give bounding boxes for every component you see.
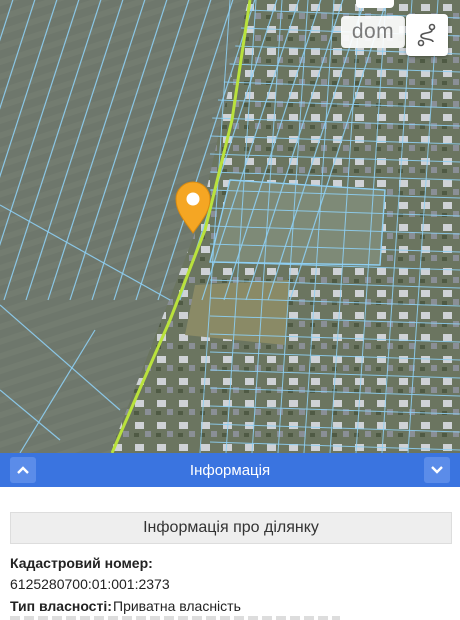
collapse-button[interactable]: [10, 457, 36, 483]
expand-button[interactable]: [424, 457, 450, 483]
chevron-up-icon: [17, 466, 29, 474]
route-button[interactable]: [406, 14, 448, 56]
next-row-hint: [10, 616, 340, 620]
info-bar: Інформація: [0, 453, 460, 487]
parcel-info-header: Інформація про ділянку: [10, 512, 452, 544]
info-bar-title: Інформація: [189, 461, 271, 479]
ownership-type-value: Приватна власність: [113, 598, 241, 614]
map-top-control[interactable]: [356, 0, 394, 8]
ownership-type-label: Тип власності:: [10, 598, 112, 614]
chevron-down-icon: [431, 466, 443, 474]
map-canvas[interactable]: [0, 0, 460, 453]
cadastral-number-value: 6125280700:01:001:2373: [10, 576, 170, 592]
cadastral-number-label: Кадастровий номер:: [10, 555, 153, 571]
page: dom Інформація Інформація про ділянку Ка…: [0, 0, 460, 620]
satellite-map[interactable]: dom: [0, 0, 460, 453]
route-icon: [417, 23, 436, 47]
watermark-logo: dom: [341, 16, 405, 48]
